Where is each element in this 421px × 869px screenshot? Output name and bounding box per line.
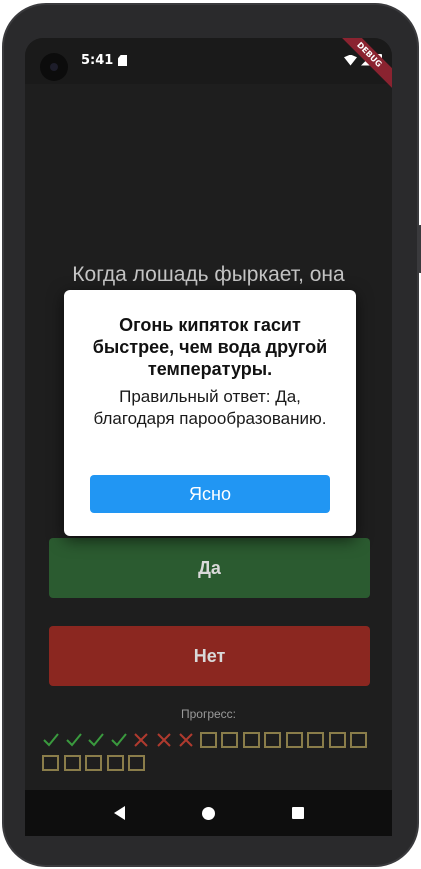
dialog-title: Огонь кипяток гасит быстрее, чем вода др… <box>92 315 328 379</box>
back-icon[interactable] <box>113 806 125 820</box>
recents-icon[interactable] <box>291 807 304 819</box>
answer-dialog: Огонь кипяток гасит быстрее, чем вода др… <box>64 290 356 536</box>
dialog-body: Правильный ответ: Да, благодаря парообра… <box>93 387 327 428</box>
ok-button[interactable]: Ясно <box>90 475 330 513</box>
navigation-bar <box>25 790 392 836</box>
app-screen: 5:41 DEBUG Когда лошадь фыркает, она Да … <box>25 38 392 790</box>
home-icon[interactable] <box>201 806 215 820</box>
